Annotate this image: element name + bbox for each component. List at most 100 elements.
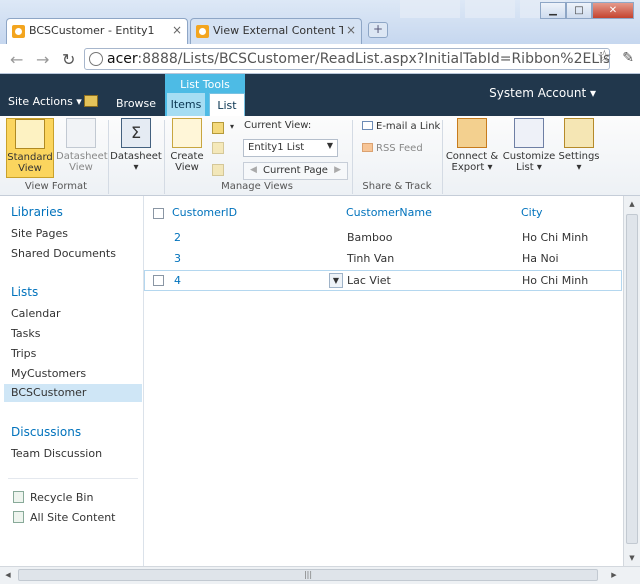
standard-view-label: Standard bbox=[7, 152, 53, 163]
standard-view-label-2: View bbox=[18, 163, 42, 174]
select-all-checkbox[interactable] bbox=[153, 208, 164, 219]
nav-item-shared-documents[interactable]: Shared Documents bbox=[11, 247, 116, 260]
create-column-icon bbox=[212, 142, 224, 154]
all-site-content-icon bbox=[13, 511, 24, 523]
tab-items[interactable]: Items bbox=[167, 93, 205, 116]
nav-head-libraries[interactable]: Libraries bbox=[11, 205, 63, 219]
nav-item-tasks[interactable]: Tasks bbox=[11, 327, 40, 340]
table-row-id[interactable]: 2 bbox=[174, 231, 181, 244]
table-row-city: Ho Chi Minh bbox=[522, 231, 589, 244]
window-close-button[interactable]: ✕ bbox=[592, 2, 634, 19]
column-header-customername[interactable]: CustomerName bbox=[346, 206, 432, 219]
datasheet-view-button[interactable]: Datasheet View bbox=[56, 118, 108, 173]
close-tab-icon[interactable]: × bbox=[346, 23, 356, 37]
current-page-label: Current Page bbox=[263, 165, 328, 176]
customize-list-label: Customize bbox=[502, 151, 556, 162]
email-link-button[interactable]: E-mail a Link bbox=[362, 121, 440, 132]
forward-arrow-icon[interactable]: → bbox=[36, 50, 49, 69]
ribbon-separator bbox=[108, 120, 109, 194]
current-page-control: ◀ Current Page ▶ bbox=[243, 162, 348, 180]
nav-item-recycle-bin[interactable]: Recycle Bin bbox=[30, 491, 93, 504]
customize-list-button[interactable]: Customize List ▾ bbox=[502, 118, 556, 173]
site-actions-label: Site Actions bbox=[8, 95, 73, 108]
site-actions-menu[interactable]: Site Actions ▾ bbox=[8, 95, 82, 108]
datasheet-menu-button[interactable]: Σ Datasheet ▾ bbox=[110, 118, 162, 173]
nav-item-mycustomers[interactable]: MyCustomers bbox=[11, 367, 86, 380]
nav-item-bcscustomer[interactable]: BCSCustomer bbox=[4, 384, 142, 402]
row-checkbox[interactable] bbox=[153, 275, 164, 286]
item-menu-dropdown-icon[interactable]: ▼ bbox=[329, 273, 343, 288]
group-label-view-format: View Format bbox=[24, 181, 88, 192]
datasheet-label: Datasheet bbox=[110, 151, 162, 162]
blurred-taskbar-item bbox=[400, 0, 460, 18]
system-account-label: System Account bbox=[489, 86, 587, 100]
tab-title: View External Content Ty… bbox=[213, 24, 343, 37]
rss-feed-label: RSS Feed bbox=[376, 143, 423, 154]
ribbon: Standard View Datasheet View View Format… bbox=[0, 116, 640, 196]
vertical-scrollbar[interactable]: ▲ ▼ bbox=[623, 196, 640, 566]
minimize-button[interactable]: ▁ bbox=[540, 2, 566, 19]
modify-view-icon[interactable] bbox=[212, 122, 224, 134]
create-view-button[interactable]: Create View bbox=[168, 118, 206, 173]
table-row-id[interactable]: 4 bbox=[174, 274, 181, 287]
close-tab-icon[interactable]: × bbox=[172, 23, 182, 37]
url-input[interactable]: acer:8888/Lists/BCSCustomer/ReadList.asp… bbox=[84, 48, 610, 70]
scroll-up-arrow-icon[interactable]: ▲ bbox=[624, 196, 640, 212]
scroll-right-arrow-icon[interactable]: ▶ bbox=[606, 567, 622, 583]
group-label-manage-views: Manage Views bbox=[221, 181, 293, 192]
chevron-down-icon[interactable]: ▾ bbox=[230, 122, 234, 131]
tab-browse[interactable]: Browse bbox=[116, 97, 156, 110]
chevron-down-icon: ▾ bbox=[576, 162, 582, 173]
sharepoint-favicon-icon bbox=[12, 25, 25, 38]
next-page-arrow-icon[interactable]: ▶ bbox=[334, 165, 341, 175]
browser-tab-bcscustomer[interactable]: BCSCustomer - Entity1 List × bbox=[6, 18, 188, 44]
rss-icon bbox=[362, 143, 373, 152]
column-header-customerid[interactable]: CustomerID bbox=[172, 206, 237, 219]
table-row-city: Ho Chi Minh bbox=[522, 274, 589, 287]
browser-tab-view-external-content[interactable]: View External Content Ty… × bbox=[190, 18, 362, 44]
bookmark-star-icon[interactable]: ☆ bbox=[597, 47, 612, 67]
nav-item-team-discussion[interactable]: Team Discussion bbox=[11, 447, 102, 460]
current-view-label: Current View: bbox=[244, 120, 312, 131]
scroll-down-arrow-icon[interactable]: ▼ bbox=[624, 550, 640, 566]
create-view-label-2: View bbox=[175, 162, 199, 173]
settings-button[interactable]: Settings ▾ bbox=[558, 118, 600, 173]
table-row-name: Tinh Van bbox=[347, 252, 395, 265]
scroll-left-arrow-icon[interactable]: ◀ bbox=[0, 567, 16, 583]
new-tab-button[interactable]: + bbox=[368, 22, 388, 38]
ribbon-separator bbox=[442, 120, 443, 194]
nav-item-calendar[interactable]: Calendar bbox=[11, 307, 60, 320]
sharepoint-favicon-icon bbox=[196, 25, 209, 38]
nav-item-trips[interactable]: Trips bbox=[11, 347, 36, 360]
previous-page-arrow-icon[interactable]: ◀ bbox=[250, 165, 257, 175]
navigate-up-small-icon bbox=[212, 164, 224, 176]
navigate-up-icon[interactable] bbox=[84, 95, 98, 107]
horizontal-scroll-thumb[interactable]: ||| bbox=[18, 569, 598, 581]
connect-export-label-2: Export bbox=[451, 162, 485, 173]
vertical-scroll-thumb[interactable] bbox=[626, 214, 638, 544]
system-account-menu[interactable]: System Account ▾ bbox=[489, 86, 596, 100]
reload-icon[interactable]: ↻ bbox=[62, 50, 75, 69]
datasheet-view-label: Datasheet bbox=[56, 151, 108, 162]
nav-head-discussions[interactable]: Discussions bbox=[11, 425, 81, 439]
tab-list[interactable]: List bbox=[209, 93, 245, 116]
envelope-icon bbox=[362, 121, 373, 130]
scroll-grip: ||| bbox=[303, 570, 313, 579]
standard-view-button[interactable]: Standard View bbox=[6, 118, 54, 178]
connect-export-button[interactable]: Connect & Export ▾ bbox=[444, 118, 500, 173]
nav-item-site-pages[interactable]: Site Pages bbox=[11, 227, 68, 240]
current-view-select[interactable]: Entity1 List ▼ bbox=[243, 139, 338, 157]
horizontal-scrollbar[interactable]: ◀ ||| ▶ bbox=[0, 566, 640, 584]
wrench-menu-icon[interactable]: ✎ bbox=[622, 50, 634, 66]
column-header-city[interactable]: City bbox=[521, 206, 543, 219]
back-arrow-icon[interactable]: ← bbox=[10, 50, 23, 69]
table-row-id[interactable]: 3 bbox=[174, 252, 181, 265]
customize-list-label-2: List bbox=[516, 162, 534, 173]
nav-head-lists[interactable]: Lists bbox=[11, 285, 38, 299]
browser-titlebar: BCSCustomer - Entity1 List × View Extern… bbox=[0, 0, 640, 44]
nav-item-all-site-content[interactable]: All Site Content bbox=[30, 511, 116, 524]
group-label-share-track: Share & Track bbox=[362, 181, 432, 192]
table-row-name: Bamboo bbox=[347, 231, 393, 244]
maximize-button[interactable]: □ bbox=[566, 2, 592, 19]
create-view-label: Create bbox=[170, 151, 204, 162]
